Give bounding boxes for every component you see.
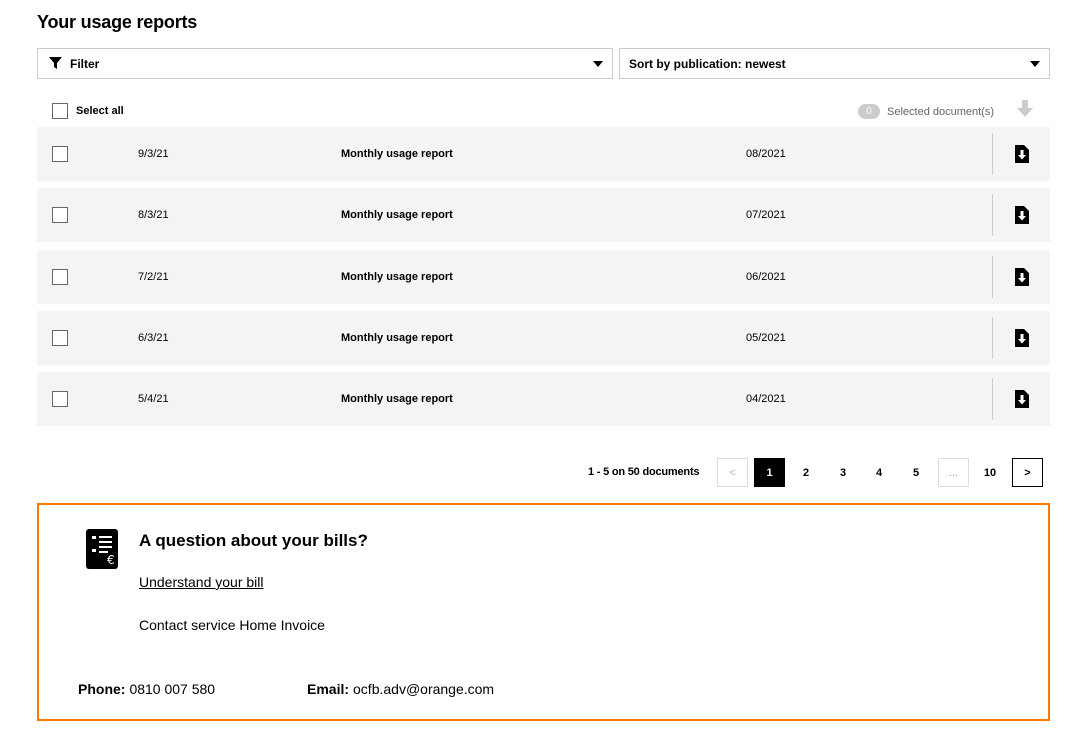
report-document: Monthly usage report: [341, 209, 453, 222]
report-date: 8/3/21: [138, 209, 169, 222]
pagination-page-last[interactable]: 10: [977, 458, 1003, 487]
download-arrow-icon[interactable]: [1017, 100, 1033, 118]
pagination-page-2[interactable]: 2: [793, 458, 819, 487]
help-title: A question about your bills?: [139, 531, 368, 550]
table-row: 9/3/21 Monthly usage report 08/2021: [37, 127, 1050, 181]
download-file-icon[interactable]: [1015, 390, 1029, 409]
download-file-icon[interactable]: [1015, 328, 1029, 347]
select-all[interactable]: Select all: [52, 103, 124, 119]
pagination-page-1[interactable]: 1: [754, 458, 785, 487]
pagination-summary: 1 - 5 on 50 documents: [588, 466, 700, 478]
table-row: 8/3/21 Monthly usage report 07/2021: [37, 188, 1050, 243]
pagination-prev-button[interactable]: <: [717, 458, 748, 487]
email-address[interactable]: ocfb.adv@orange.com: [353, 681, 494, 697]
report-document: Monthly usage report: [341, 148, 453, 160]
contact-service-text: Contact service Home Invoice: [139, 617, 325, 633]
report-date: 6/3/21: [138, 331, 169, 344]
filter-label: Filter: [70, 56, 100, 71]
select-all-label: Select all: [76, 105, 124, 117]
pagination-page-4[interactable]: 4: [866, 458, 892, 487]
download-file-icon[interactable]: [1015, 145, 1029, 163]
phone-contact: Phone: 0810 007 580: [78, 681, 215, 697]
divider: [992, 378, 993, 421]
row-checkbox[interactable]: [52, 391, 68, 408]
report-document: Monthly usage report: [341, 270, 453, 283]
report-period: 04/2021: [746, 393, 786, 406]
report-period: 07/2021: [746, 209, 786, 222]
report-date: 5/4/21: [138, 393, 169, 406]
report-date: 7/2/21: [138, 270, 169, 283]
table-row: 6/3/21 Monthly usage report 05/2021: [37, 310, 1050, 365]
pagination-page-5[interactable]: 5: [903, 458, 929, 487]
sort-dropdown[interactable]: Sort by publication: newest: [619, 48, 1050, 79]
page-title: Your usage reports: [37, 12, 198, 32]
report-period: 06/2021: [746, 270, 786, 283]
table-row: 7/2/21 Monthly usage report 06/2021: [37, 249, 1050, 304]
sort-label: Sort by publication: newest: [629, 56, 786, 71]
pagination-next-button[interactable]: >: [1012, 458, 1043, 487]
table-row: 5/4/21 Monthly usage report 04/2021: [37, 372, 1050, 427]
divider: [992, 255, 993, 298]
filter-icon: [49, 57, 62, 69]
download-file-icon[interactable]: [1015, 267, 1029, 286]
understand-bill-link[interactable]: Understand your bill: [139, 574, 264, 590]
row-checkbox[interactable]: [52, 207, 68, 224]
bill-euro-icon: €: [86, 529, 118, 569]
row-checkbox[interactable]: [52, 329, 68, 346]
divider: [992, 316, 993, 359]
filter-dropdown[interactable]: Filter: [37, 48, 613, 79]
report-list: 9/3/21 Monthly usage report 08/2021 8/3/…: [37, 127, 1050, 433]
select-all-checkbox[interactable]: [52, 103, 68, 119]
selected-documents-label: Selected document(s): [887, 105, 994, 118]
bill-help-panel: € A question about your bills? Understan…: [37, 503, 1050, 721]
pagination-ellipsis[interactable]: ...: [938, 458, 969, 487]
chevron-down-icon: [593, 61, 603, 67]
pagination-page-3[interactable]: 3: [830, 458, 856, 487]
report-date: 9/3/21: [138, 148, 169, 160]
euro-glyph: €: [107, 553, 115, 567]
row-checkbox[interactable]: [52, 268, 68, 285]
email-contact: Email: ocfb.adv@orange.com: [307, 681, 494, 697]
download-file-icon[interactable]: [1015, 206, 1029, 225]
phone-number[interactable]: 0810 007 580: [129, 681, 215, 697]
divider: [992, 194, 993, 237]
divider: [992, 133, 993, 175]
selected-count-badge: 0: [858, 104, 880, 119]
email-label: Email:: [307, 681, 350, 697]
selected-documents-info: 0 Selected document(s): [858, 104, 994, 119]
report-document: Monthly usage report: [341, 393, 453, 406]
report-period: 08/2021: [746, 148, 786, 160]
chevron-down-icon: [1030, 61, 1040, 67]
report-period: 05/2021: [746, 331, 786, 344]
report-document: Monthly usage report: [341, 331, 453, 344]
phone-label: Phone:: [78, 681, 126, 697]
row-checkbox[interactable]: [52, 146, 68, 162]
